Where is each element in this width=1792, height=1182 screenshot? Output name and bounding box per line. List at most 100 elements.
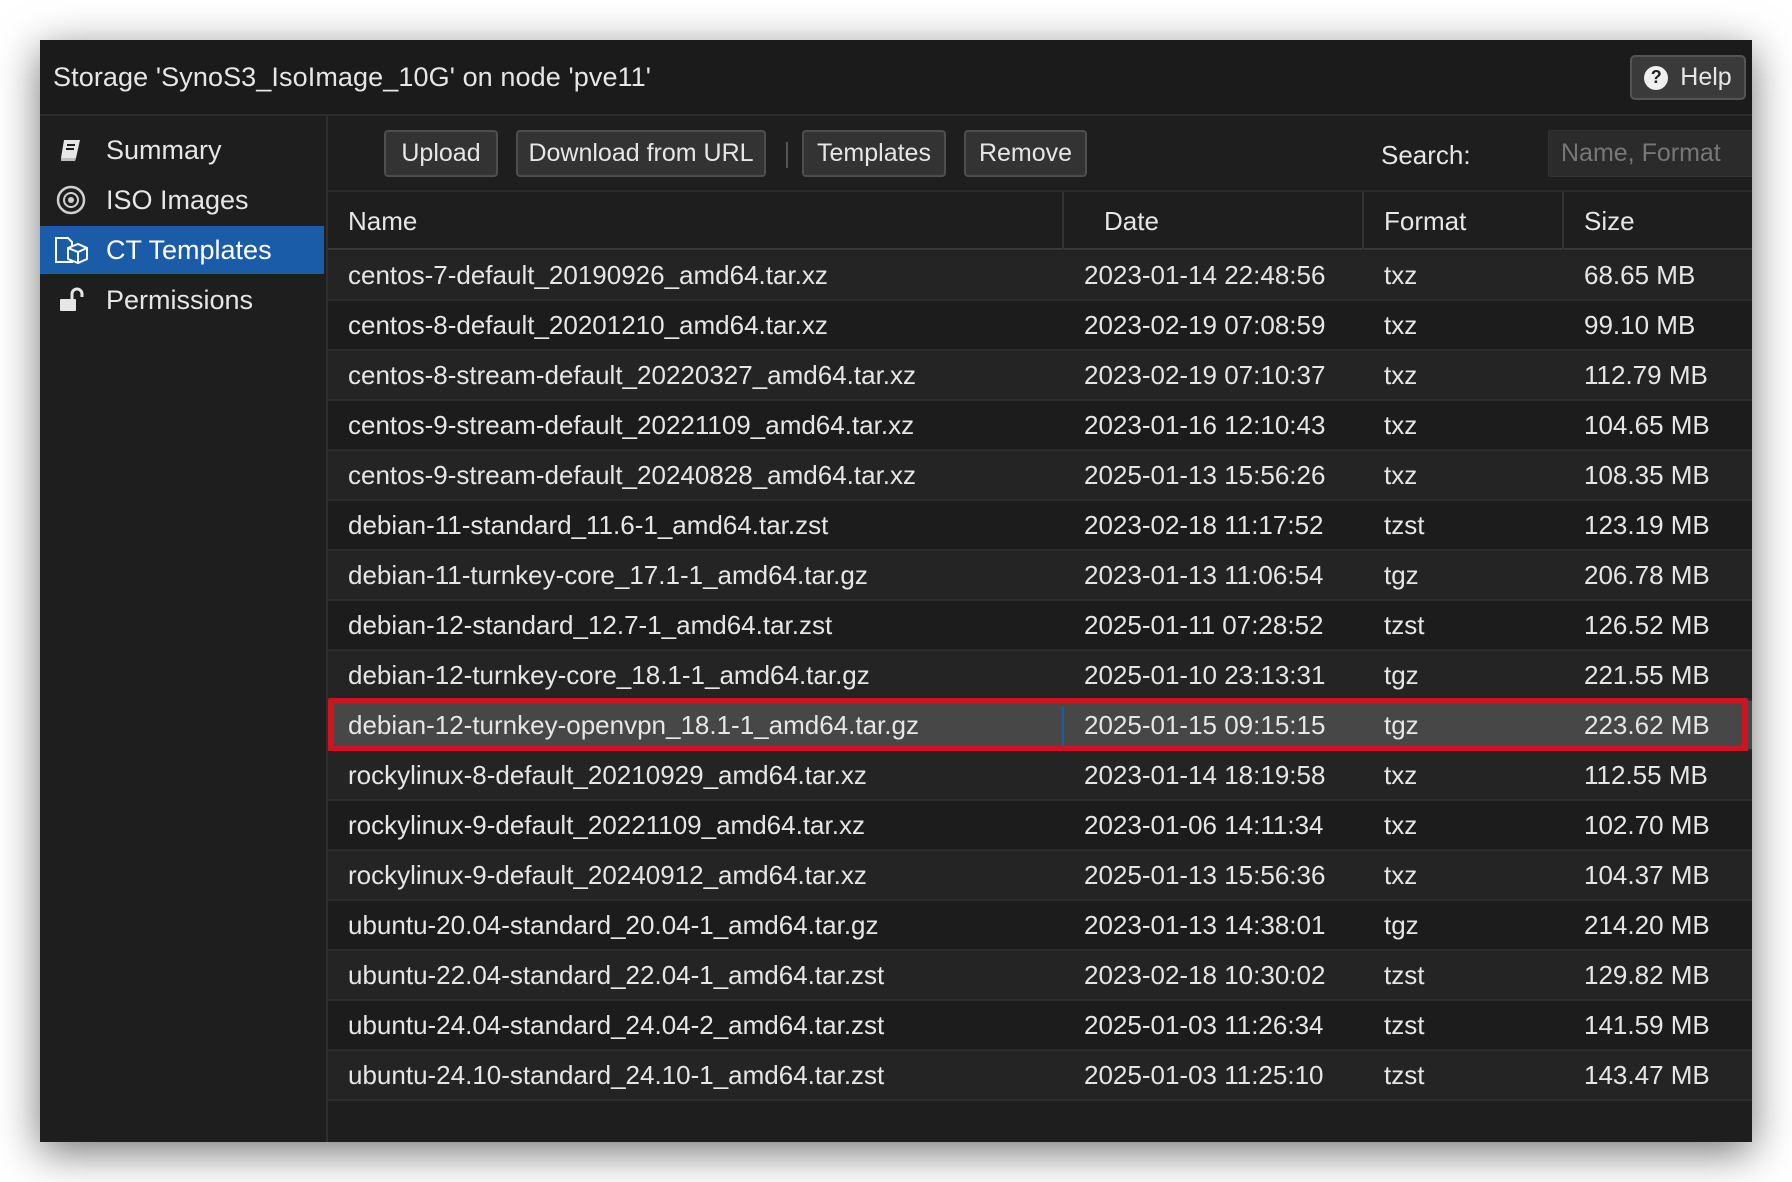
- cell-format: txz: [1384, 759, 1418, 790]
- table-header: Name Date Format Size: [328, 190, 1752, 250]
- container-template-icon: [54, 233, 88, 267]
- sidebar-item-iso-images[interactable]: ISO Images: [40, 176, 324, 224]
- cell-format: tzst: [1384, 959, 1425, 990]
- cell-name: debian-11-standard_11.6-1_amd64.tar.zst: [348, 509, 829, 540]
- cell-date: 2023-01-13 11:06:54: [1084, 559, 1324, 590]
- cell-date: 2025-01-11 07:28:52: [1084, 609, 1324, 640]
- cell-name: centos-7-default_20190926_amd64.tar.xz: [348, 259, 828, 290]
- cell-name: debian-11-turnkey-core_17.1-1_amd64.tar.…: [348, 559, 868, 590]
- cell-size: 206.78 MB: [1584, 559, 1710, 590]
- table-row-selected[interactable]: debian-12-turnkey-openvpn_18.1-1_amd64.t…: [328, 698, 1752, 752]
- column-header-size[interactable]: Size: [1564, 192, 1752, 250]
- cell-format: tgz: [1384, 559, 1419, 590]
- table-row[interactable]: debian-12-standard_12.7-1_amd64.tar.zst 2…: [328, 601, 1752, 651]
- cell-name: debian-12-turnkey-core_18.1-1_amd64.tar.…: [348, 659, 870, 690]
- cell-format: tzst: [1384, 1059, 1425, 1090]
- cell-date: 2023-02-19 07:10:37: [1084, 359, 1326, 390]
- cell-size: 102.70 MB: [1584, 809, 1710, 840]
- question-circle-icon: ?: [1644, 65, 1669, 90]
- sidebar-item-label: Summary: [106, 134, 222, 165]
- cell-size: 129.82 MB: [1584, 959, 1710, 990]
- cell-size: 126.52 MB: [1584, 609, 1710, 640]
- cell-format: txz: [1384, 409, 1418, 440]
- table-row[interactable]: ubuntu-24.10-standard_24.10-1_amd64.tar.…: [328, 1051, 1752, 1101]
- search-label: Search:: [1381, 140, 1471, 170]
- cell-size: 99.10 MB: [1584, 309, 1696, 340]
- cell-date: 2023-02-19 07:08:59: [1084, 309, 1326, 340]
- help-label: Help: [1680, 63, 1732, 91]
- table-row[interactable]: centos-9-stream-default_20240828_amd64.t…: [328, 451, 1752, 501]
- cell-name: ubuntu-24.04-standard_24.04-2_amd64.tar.…: [348, 1009, 885, 1040]
- cell-size: 112.79 MB: [1584, 359, 1708, 390]
- sidebar-item-label: CT Templates: [106, 234, 272, 265]
- cell-date: 2025-01-13 15:56:26: [1084, 459, 1326, 490]
- table-row[interactable]: rockylinux-9-default_20221109_amd64.tar.…: [328, 801, 1752, 851]
- sidebar-item-ct-templates[interactable]: CT Templates: [40, 226, 324, 274]
- cell-size: 104.65 MB: [1584, 409, 1710, 440]
- table-row[interactable]: rockylinux-9-default_20240912_amd64.tar.…: [328, 851, 1752, 901]
- cell-name: rockylinux-8-default_20210929_amd64.tar.…: [348, 759, 867, 790]
- cell-size: 112.55 MB: [1584, 759, 1708, 790]
- cell-name: ubuntu-20.04-standard_20.04-1_amd64.tar.…: [348, 909, 879, 940]
- cell-size: 68.65 MB: [1584, 259, 1696, 290]
- cell-date: 2025-01-10 23:13:31: [1084, 659, 1326, 690]
- help-button[interactable]: ? Help: [1630, 55, 1746, 100]
- cell-date: 2023-01-14 22:48:56: [1084, 259, 1326, 290]
- cell-name: ubuntu-24.10-standard_24.10-1_amd64.tar.…: [348, 1059, 885, 1090]
- table-row[interactable]: centos-9-stream-default_20221109_amd64.t…: [328, 401, 1752, 451]
- table-row[interactable]: centos-8-stream-default_20220327_amd64.t…: [328, 351, 1752, 401]
- cell-format: txz: [1384, 309, 1418, 340]
- cell-size: 108.35 MB: [1584, 459, 1710, 490]
- cell-name: debian-12-standard_12.7-1_amd64.tar.zst: [348, 609, 833, 640]
- remove-button[interactable]: Remove: [964, 130, 1087, 177]
- unlock-icon: [54, 283, 88, 317]
- table-row[interactable]: ubuntu-22.04-standard_22.04-1_amd64.tar.…: [328, 951, 1752, 1001]
- cell-format: txz: [1384, 859, 1418, 890]
- column-divider: [1062, 707, 1064, 745]
- cell-name: centos-9-stream-default_20221109_amd64.t…: [348, 409, 915, 440]
- table-row[interactable]: centos-7-default_20190926_amd64.tar.xz 20…: [328, 251, 1752, 301]
- cell-date: 2025-01-13 15:56:36: [1084, 859, 1326, 890]
- table-row[interactable]: ubuntu-20.04-standard_20.04-1_amd64.tar.…: [328, 901, 1752, 951]
- cell-format: tgz: [1384, 709, 1419, 740]
- cell-size: 104.37 MB: [1584, 859, 1710, 890]
- sidebar-item-label: ISO Images: [106, 184, 249, 215]
- cell-format: txz: [1384, 359, 1418, 390]
- cell-size: 221.55 MB: [1584, 659, 1710, 690]
- cell-size: 141.59 MB: [1584, 1009, 1710, 1040]
- toolbar: Upload Download from URL Templates Remov…: [328, 116, 1752, 186]
- column-header-name[interactable]: Name: [328, 192, 1064, 250]
- cell-format: txz: [1384, 809, 1418, 840]
- cell-size: 214.20 MB: [1584, 909, 1710, 940]
- book-icon: [54, 133, 88, 167]
- cell-name: rockylinux-9-default_20240912_amd64.tar.…: [348, 859, 867, 890]
- cell-name: centos-8-stream-default_20220327_amd64.t…: [348, 359, 917, 390]
- search-input[interactable]: Name, Format: [1548, 130, 1752, 177]
- column-header-date[interactable]: Date: [1064, 192, 1364, 250]
- table-row[interactable]: debian-11-standard_11.6-1_amd64.tar.zst 2…: [328, 501, 1752, 551]
- cell-date: 2023-02-18 10:30:02: [1084, 959, 1326, 990]
- cell-size: 143.47 MB: [1584, 1059, 1710, 1090]
- templates-button[interactable]: Templates: [802, 130, 946, 177]
- table-row[interactable]: rockylinux-8-default_20210929_amd64.tar.…: [328, 751, 1752, 801]
- upload-button[interactable]: Upload: [384, 130, 498, 177]
- sidebar-item-permissions[interactable]: Permissions: [40, 276, 324, 324]
- cell-format: tzst: [1384, 1009, 1425, 1040]
- cell-size: 223.62 MB: [1584, 709, 1710, 740]
- table-row[interactable]: debian-11-turnkey-core_17.1-1_amd64.tar.…: [328, 551, 1752, 601]
- cell-date: 2025-01-03 11:26:34: [1084, 1009, 1324, 1040]
- table-row[interactable]: centos-8-default_20201210_amd64.tar.xz 20…: [328, 301, 1752, 351]
- table-row[interactable]: ubuntu-24.04-standard_24.04-2_amd64.tar.…: [328, 1001, 1752, 1051]
- cell-format: txz: [1384, 459, 1418, 490]
- disc-icon: [54, 183, 88, 217]
- cell-format: tgz: [1384, 659, 1419, 690]
- cell-date: 2025-01-03 11:25:10: [1084, 1059, 1324, 1090]
- download-from-url-button[interactable]: Download from URL: [516, 130, 766, 177]
- cell-format: tzst: [1384, 509, 1425, 540]
- cell-date: 2023-01-14 18:19:58: [1084, 759, 1326, 790]
- column-header-format[interactable]: Format: [1364, 192, 1564, 250]
- sidebar-item-summary[interactable]: Summary: [40, 126, 324, 174]
- table-row[interactable]: debian-12-turnkey-core_18.1-1_amd64.tar.…: [328, 651, 1752, 701]
- cell-size: 123.19 MB: [1584, 509, 1710, 540]
- cell-format: tgz: [1384, 909, 1419, 940]
